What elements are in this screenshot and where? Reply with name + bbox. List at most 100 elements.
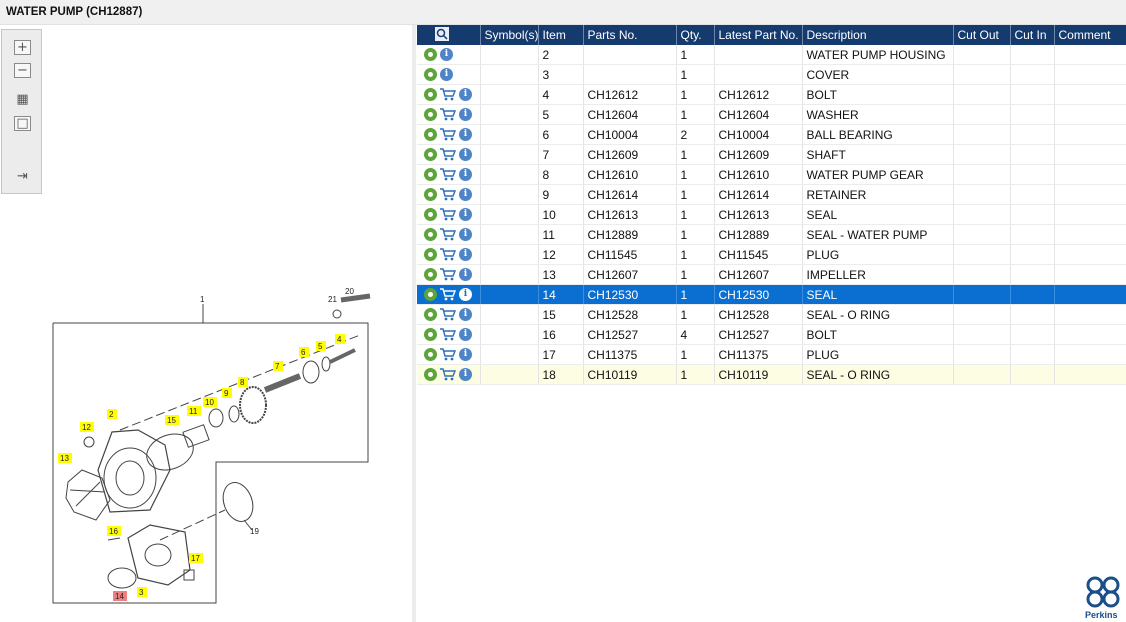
row-actions-cell: i xyxy=(417,264,481,285)
info-icon[interactable]: i xyxy=(440,48,453,61)
info-icon[interactable]: i xyxy=(459,248,472,261)
column-header-cut-out[interactable]: Cut Out xyxy=(953,25,1011,45)
info-icon[interactable]: i xyxy=(459,268,472,281)
svg-text:7: 7 xyxy=(275,362,280,371)
column-header-qty[interactable]: Qty. xyxy=(676,25,715,45)
table-row[interactable]: i 15 CH12528 1 CH12528 SEAL - O RING xyxy=(417,304,1126,325)
table-row[interactable]: i 16 CH12527 4 CH12527 BOLT xyxy=(417,324,1126,345)
parts-table: Symbol(s) Item Parts No. Qty. Latest Par… xyxy=(417,25,1126,385)
info-icon[interactable]: i xyxy=(459,108,472,121)
table-row[interactable]: i 14 CH12530 1 CH12530 SEAL xyxy=(417,284,1126,305)
shopping-cart-icon[interactable] xyxy=(440,348,456,361)
shopping-cart-icon[interactable] xyxy=(440,208,456,221)
column-header-comment[interactable]: Comment xyxy=(1054,25,1126,45)
gear-icon[interactable] xyxy=(424,128,437,141)
gear-icon[interactable] xyxy=(424,168,437,181)
column-header-symbols[interactable]: Symbol(s) xyxy=(480,25,539,45)
info-icon[interactable]: i xyxy=(459,188,472,201)
table-row[interactable]: i 6 CH10004 2 CH10004 BALL BEARING xyxy=(417,124,1126,145)
row-actions-cell: i xyxy=(417,324,481,345)
parts-no-cell xyxy=(583,64,677,85)
filter-search-icon[interactable] xyxy=(435,26,449,41)
gear-icon[interactable] xyxy=(424,368,437,381)
shopping-cart-icon[interactable] xyxy=(440,268,456,281)
info-icon[interactable]: i xyxy=(459,128,472,141)
pane-splitter[interactable] xyxy=(412,25,416,622)
item-cell: 9 xyxy=(538,184,584,205)
shopping-cart-icon[interactable] xyxy=(440,148,456,161)
column-header-latest-part-no[interactable]: Latest Part No. xyxy=(714,25,803,45)
shopping-cart-icon[interactable] xyxy=(440,248,456,261)
gear-icon[interactable] xyxy=(424,148,437,161)
info-icon[interactable]: i xyxy=(459,148,472,161)
gear-icon[interactable] xyxy=(424,328,437,341)
column-header-description[interactable]: Description xyxy=(802,25,954,45)
info-icon[interactable]: i xyxy=(459,328,472,341)
comment-cell xyxy=(1054,244,1126,265)
table-row[interactable]: i 5 CH12604 1 CH12604 WASHER xyxy=(417,104,1126,125)
gear-icon[interactable] xyxy=(424,188,437,201)
gear-icon[interactable] xyxy=(424,288,437,301)
table-row[interactable]: i 12 CH11545 1 CH11545 PLUG xyxy=(417,244,1126,265)
gear-icon[interactable] xyxy=(424,268,437,281)
svg-text:13: 13 xyxy=(60,454,69,463)
gear-icon[interactable] xyxy=(424,88,437,101)
gear-icon[interactable] xyxy=(424,208,437,221)
info-icon[interactable]: i xyxy=(459,208,472,221)
item-cell: 2 xyxy=(538,45,584,65)
description-cell: WATER PUMP GEAR xyxy=(802,164,954,185)
gear-icon[interactable] xyxy=(424,308,437,321)
table-row[interactable]: i 9 CH12614 1 CH12614 RETAINER xyxy=(417,184,1126,205)
gear-icon[interactable] xyxy=(424,108,437,121)
shopping-cart-icon[interactable] xyxy=(440,308,456,321)
comment-cell xyxy=(1054,64,1126,85)
table-row[interactable]: i 13 CH12607 1 CH12607 IMPELLER xyxy=(417,264,1126,285)
table-row[interactable]: i 3 1 COVER xyxy=(417,64,1126,85)
shopping-cart-icon[interactable] xyxy=(440,228,456,241)
gear-icon[interactable] xyxy=(424,48,437,61)
cut-out-cell xyxy=(953,184,1011,205)
cut-in-cell xyxy=(1010,164,1055,185)
svg-text:5: 5 xyxy=(318,342,323,351)
shopping-cart-icon[interactable] xyxy=(440,88,456,101)
latest-part-no-cell xyxy=(714,45,803,65)
parts-no-cell: CH12613 xyxy=(583,204,677,225)
parts-no-cell: CH11375 xyxy=(583,344,677,365)
cut-out-cell xyxy=(953,244,1011,265)
table-row[interactable]: i 2 1 WATER PUMP HOUSING xyxy=(417,45,1126,65)
shopping-cart-icon[interactable] xyxy=(440,368,456,381)
gear-icon[interactable] xyxy=(424,68,437,81)
shopping-cart-icon[interactable] xyxy=(440,328,456,341)
info-icon[interactable]: i xyxy=(459,288,472,301)
table-row[interactable]: i 4 CH12612 1 CH12612 BOLT xyxy=(417,84,1126,105)
column-header-tools[interactable] xyxy=(417,25,481,45)
info-icon[interactable]: i xyxy=(459,368,472,381)
info-icon[interactable]: i xyxy=(459,348,472,361)
cut-out-cell xyxy=(953,224,1011,245)
gear-icon[interactable] xyxy=(424,248,437,261)
table-row[interactable]: i 8 CH12610 1 CH12610 WATER PUMP GEAR xyxy=(417,164,1126,185)
gear-icon[interactable] xyxy=(424,348,437,361)
gear-shape xyxy=(239,386,267,424)
shopping-cart-icon[interactable] xyxy=(440,288,456,301)
column-header-item[interactable]: Item xyxy=(538,25,584,45)
info-icon[interactable]: i xyxy=(459,228,472,241)
shopping-cart-icon[interactable] xyxy=(440,168,456,181)
info-icon[interactable]: i xyxy=(459,168,472,181)
table-row[interactable]: i 10 CH12613 1 CH12613 SEAL xyxy=(417,204,1126,225)
table-row[interactable]: i 18 CH10119 1 CH10119 SEAL - O RING xyxy=(417,364,1126,385)
info-icon[interactable]: i xyxy=(459,308,472,321)
shopping-cart-icon[interactable] xyxy=(440,108,456,121)
info-icon[interactable]: i xyxy=(459,88,472,101)
table-row[interactable]: i 7 CH12609 1 CH12609 SHAFT xyxy=(417,144,1126,165)
table-row[interactable]: i 11 CH12889 1 CH12889 SEAL - WATER PUMP xyxy=(417,224,1126,245)
shopping-cart-icon[interactable] xyxy=(440,188,456,201)
column-header-cut-in[interactable]: Cut In xyxy=(1010,25,1055,45)
column-header-parts-no[interactable]: Parts No. xyxy=(583,25,677,45)
gear-icon[interactable] xyxy=(424,228,437,241)
info-icon[interactable]: i xyxy=(440,68,453,81)
symbols-cell xyxy=(480,364,539,385)
table-row[interactable]: i 17 CH11375 1 CH11375 PLUG xyxy=(417,344,1126,365)
diagram-pane[interactable]: + − ▦ □ ⇥ 1 20 21 19 4 5 6 7 8 9 10 11 1… xyxy=(0,25,412,622)
shopping-cart-icon[interactable] xyxy=(440,128,456,141)
